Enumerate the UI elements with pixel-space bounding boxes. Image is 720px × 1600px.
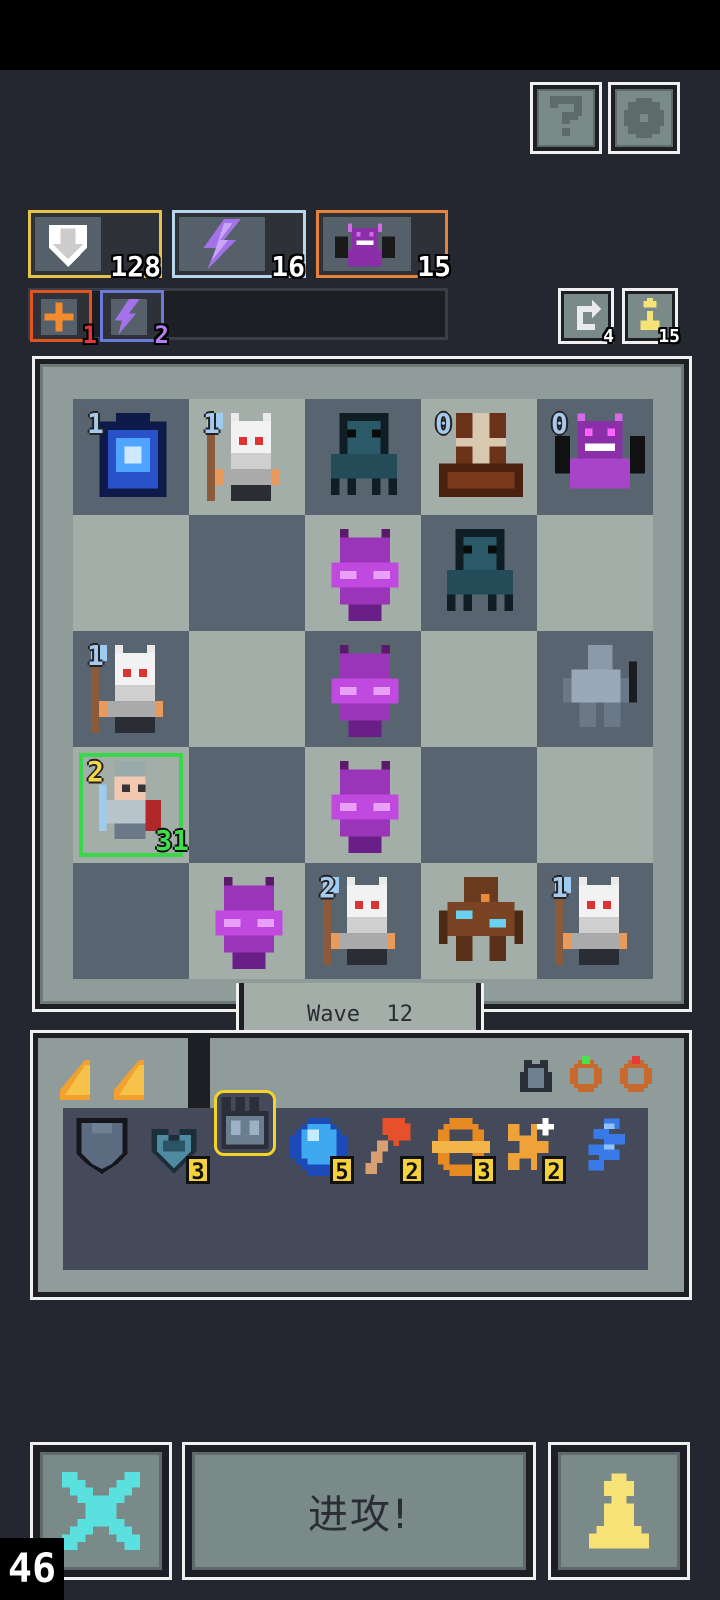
attack-button[interactable]: 进攻! — [182, 1442, 536, 1580]
wave-label: Wave 12 — [307, 1001, 413, 1027]
x-icon — [62, 1472, 140, 1550]
unit-level: 1 — [551, 871, 568, 904]
unit-level: 0 — [435, 407, 452, 440]
attack-label: 进攻! — [307, 1492, 411, 1538]
inventory-item-shield[interactable] — [76, 1118, 134, 1178]
item-count: 5 — [330, 1156, 354, 1185]
demon-resource: 15 — [316, 210, 451, 283]
item-count: 3 — [472, 1156, 496, 1185]
inventory-item-orange-orb[interactable]: 3 — [432, 1118, 496, 1185]
fire-buff[interactable]: 1 — [30, 290, 97, 347]
lightning-plus-icon — [111, 299, 147, 335]
fire-plus-icon — [41, 299, 77, 335]
item-count: 2 — [542, 1156, 566, 1185]
cthulhu-sprite — [439, 529, 523, 619]
board-cell-wood-golem[interactable] — [421, 863, 537, 979]
pawn-icon — [589, 1473, 649, 1549]
board-cell-empty[interactable] — [73, 515, 189, 631]
question-icon — [550, 96, 582, 136]
purple-wraith-sprite — [207, 877, 291, 969]
board-cell-empty[interactable] — [421, 631, 537, 747]
shield-down-icon — [48, 224, 88, 267]
lightning-icon — [203, 219, 241, 269]
unit-hp: 31 — [155, 824, 189, 857]
lightning-buff-value: 2 — [154, 321, 169, 349]
board-cell-purple-wraith[interactable] — [305, 515, 421, 631]
unit-level: 1 — [87, 639, 104, 672]
card-tab-icon — [60, 1060, 90, 1100]
energy-resource: 16 — [172, 210, 306, 283]
board-cell-stone-gargoyle[interactable] — [537, 631, 653, 747]
blue-swirl-icon — [588, 1118, 625, 1171]
board-cell-empty[interactable] — [537, 515, 653, 631]
pawn-button[interactable] — [548, 1442, 690, 1580]
demon-icon — [335, 223, 395, 267]
board-cell-knight-hero[interactable]: 2 31 — [73, 747, 189, 863]
board-cell-purple-wraith[interactable] — [189, 863, 305, 979]
board-cell-barrel-spider[interactable]: 0 — [421, 399, 537, 515]
board-cell-purple-wraith[interactable] — [305, 747, 421, 863]
unit-level: 2 — [87, 755, 104, 788]
equipped-slots — [508, 1048, 690, 1106]
unit-level: 2 — [319, 871, 336, 904]
board-cell-empty[interactable] — [189, 515, 305, 631]
cthulhu-sprite — [323, 413, 407, 503]
inventory-item-axe[interactable]: 2 — [360, 1118, 424, 1185]
unit-level: 1 — [87, 407, 104, 440]
status-bar — [0, 0, 720, 70]
board-cell-purple-demon[interactable]: 0 — [537, 399, 653, 515]
board-cell-skeleton-mage[interactable]: 2 — [305, 863, 421, 979]
board-cell-blue-totem[interactable]: 1 — [73, 399, 189, 515]
shield-icon — [76, 1118, 128, 1174]
item-count: 3 — [186, 1156, 210, 1185]
pawn-count: 15 — [658, 326, 680, 347]
inventory-item-blue-orb[interactable]: 5 — [290, 1118, 354, 1185]
board-cell-cthulhu[interactable] — [421, 515, 537, 631]
item-count: 2 — [400, 1156, 424, 1185]
unit-level: 1 — [203, 407, 220, 440]
board-cell-empty[interactable] — [537, 747, 653, 863]
green-ring-icon[interactable] — [566, 1056, 606, 1096]
board-cell-skeleton-mage[interactable]: 1 — [189, 399, 305, 515]
board-cell-purple-wraith[interactable] — [305, 631, 421, 747]
board-cell-empty[interactable] — [189, 631, 305, 747]
board-cell-skeleton-mage[interactable]: 1 — [537, 863, 653, 979]
gear-icon — [624, 98, 664, 138]
wood-golem-sprite — [439, 877, 523, 967]
settings-button[interactable] — [608, 82, 680, 154]
inventory-item-crown-selected[interactable] — [214, 1090, 276, 1156]
battle-board: 1 1 0 0 1 2 31 2 1 — [32, 356, 692, 1012]
purple-wraith-sprite — [323, 761, 407, 853]
inventory-item-burst[interactable]: 2 — [502, 1118, 566, 1185]
board-cell-empty[interactable] — [421, 747, 537, 863]
demon-value: 15 — [417, 250, 451, 283]
armor-icon[interactable] — [516, 1056, 556, 1096]
board-cell-empty[interactable] — [189, 747, 305, 863]
inventory-item-blue-swirl[interactable] — [578, 1118, 636, 1178]
inventory-item-heart-gem[interactable]: 3 — [146, 1118, 210, 1185]
defense-value: 128 — [110, 250, 161, 283]
crown-icon — [221, 1097, 269, 1149]
purple-wraith-sprite — [323, 645, 407, 737]
red-ring-icon[interactable] — [616, 1056, 656, 1096]
board-grid: 1 1 0 0 1 2 31 2 1 — [73, 399, 653, 979]
refresh-icon — [577, 300, 601, 330]
purple-wraith-sprite — [323, 529, 407, 621]
energy-value: 16 — [271, 250, 305, 283]
stone-gargoyle-sprite — [555, 645, 639, 735]
refresh-button[interactable]: 4 — [558, 288, 614, 347]
unit-level: 0 — [551, 407, 568, 440]
help-button[interactable] — [530, 82, 602, 154]
card-tab-icon — [114, 1060, 144, 1100]
inventory-tab[interactable] — [48, 1046, 188, 1108]
board-cell-cthulhu[interactable] — [305, 399, 421, 515]
board-cell-skeleton-mage[interactable]: 1 — [73, 631, 189, 747]
fire-buff-value: 1 — [82, 321, 97, 349]
refresh-count: 4 — [603, 326, 614, 347]
fps-counter: 46 — [0, 1538, 64, 1600]
pawn-counter[interactable]: 15 — [622, 288, 680, 347]
defense-resource: 128 — [28, 210, 162, 283]
lightning-buff[interactable]: 2 — [100, 290, 169, 347]
board-cell-empty[interactable] — [73, 863, 189, 979]
